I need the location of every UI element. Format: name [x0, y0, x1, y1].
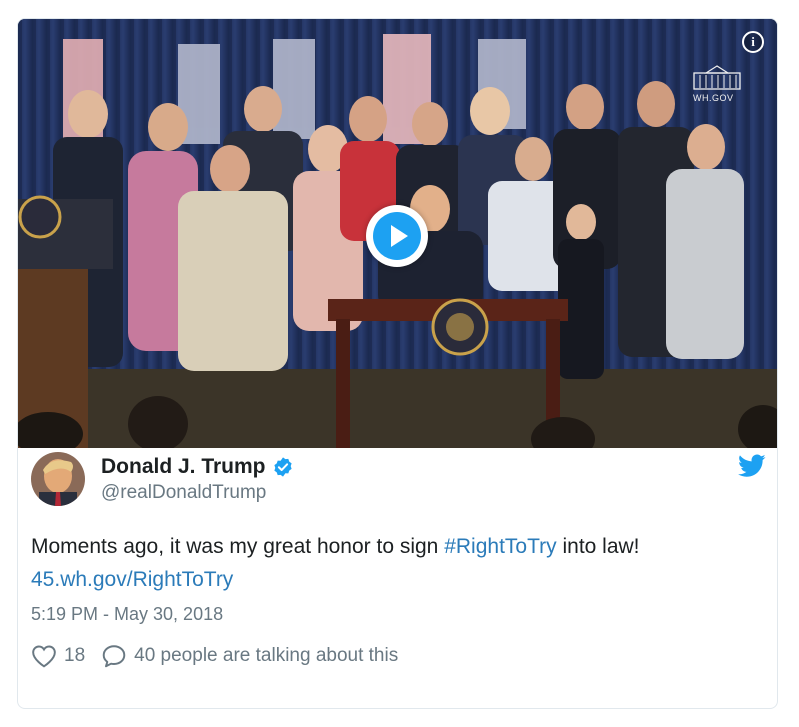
- verified-badge-icon: [273, 456, 292, 477]
- info-glyph: i: [751, 34, 755, 49]
- url-link[interactable]: 45.wh.gov/RightToTry: [31, 568, 233, 591]
- tweet-actions: 18 40 people are talking about this: [31, 644, 398, 668]
- tweet-text-part: into law!: [556, 535, 640, 558]
- like-button[interactable]: 18: [31, 644, 85, 668]
- tweet-author[interactable]: Donald J. Trump @realDonaldTrump: [31, 452, 294, 506]
- timestamp[interactable]: 5:19 PM - May 30, 2018: [31, 604, 223, 625]
- twitter-bird-icon[interactable]: [738, 454, 766, 478]
- conversation-link[interactable]: 40 people are talking about this: [101, 644, 398, 668]
- like-count: 18: [64, 645, 86, 666]
- display-name[interactable]: Donald J. Trump: [101, 455, 294, 479]
- play-icon: [373, 212, 421, 260]
- avatar[interactable]: [31, 452, 85, 506]
- hashtag-link[interactable]: #RightToTry: [444, 535, 556, 558]
- display-name-text: Donald J. Trump: [101, 454, 266, 478]
- user-handle[interactable]: @realDonaldTrump: [101, 482, 294, 504]
- speech-bubble-icon: [102, 645, 126, 668]
- video-thumbnail[interactable]: WH.GOV i: [18, 19, 777, 448]
- info-icon[interactable]: i: [742, 31, 764, 53]
- tweet-text: Moments ago, it was my great honor to si…: [31, 530, 731, 596]
- tweet-text-part: Moments ago, it was my great honor to si…: [31, 535, 445, 558]
- play-button[interactable]: [366, 205, 428, 267]
- heart-icon: [32, 645, 56, 668]
- wh-gov-label: WH.GOV: [693, 93, 734, 103]
- talking-text: 40 people are talking about this: [134, 645, 399, 666]
